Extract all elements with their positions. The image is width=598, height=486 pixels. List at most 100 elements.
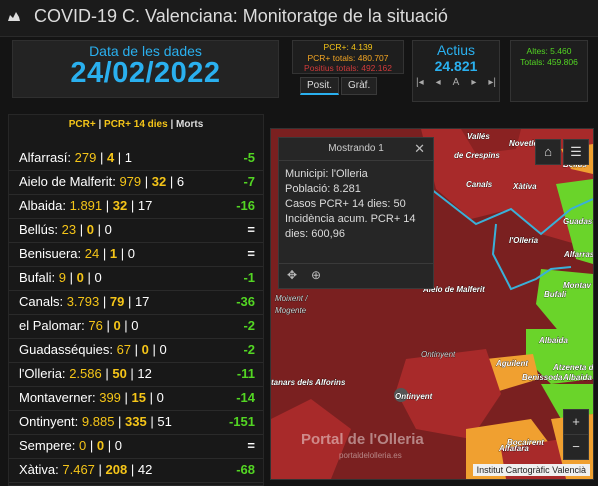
municipality-row[interactable]: Benisuera: 24 | 1 | 0 =: [9, 243, 263, 267]
pcr14-value: 335: [125, 414, 147, 429]
morts-value: 0: [114, 438, 122, 453]
separator: |: [66, 270, 77, 285]
morts-value: 51: [157, 414, 172, 429]
prev-page-icon[interactable]: ◂: [436, 77, 441, 88]
municipality-row[interactable]: Canals: 3.793 | 79 | 17 -36: [9, 291, 263, 315]
pcr14-value: 0: [76, 270, 84, 285]
municipality-name: Guadasséquies:: [19, 342, 113, 357]
municipality-row[interactable]: Guadasséquies: 67 | 0 | 0 -2: [9, 339, 263, 363]
municipality-row[interactable]: el Palomar: 76 | 0 | 0 -2: [9, 315, 263, 339]
municipality-name: Benisuera:: [19, 246, 82, 261]
separator: |: [141, 174, 152, 189]
date-panel: Data de les dades 24/02/2022: [12, 40, 279, 98]
separator: |: [148, 342, 160, 357]
municipality-stats: l'Olleria: 2.586 | 50 | 12: [19, 366, 152, 381]
pcr14-value: 50: [112, 366, 127, 381]
map-attribution: Institut Cartogràfic Valencià: [472, 464, 590, 476]
map-label-ontinyent-region: Ontinyent: [421, 350, 456, 359]
separator: |: [120, 318, 132, 333]
municipality-stats: Bufali: 9 | 0 | 0: [19, 270, 102, 285]
app-logo-icon: [8, 12, 20, 21]
delta-value: -2: [243, 318, 255, 333]
municipality-name: Ontinyent:: [19, 414, 79, 429]
morts-value: 17: [134, 294, 150, 309]
municipality-row[interactable]: Albaida: 1.891 | 32 | 17 -16: [9, 195, 263, 219]
separator: |: [146, 390, 157, 405]
separator: |: [104, 438, 115, 453]
map-label-albaida: Albaida: [562, 373, 592, 382]
map-label-canals: Canals: [466, 180, 493, 189]
municipality-row[interactable]: Bufali: 9 | 0 | 0 -1: [9, 267, 263, 291]
municipality-name: Canals:: [19, 294, 64, 309]
altes-totals: Totals: 459.806: [520, 57, 578, 67]
separator: |: [86, 438, 97, 453]
separator: |: [166, 174, 177, 189]
morts-value: 6: [176, 174, 185, 189]
map-label-olleria: l'Olleria: [509, 236, 539, 245]
municipality-name: Sempere:: [19, 438, 76, 453]
municipality-row[interactable]: Xàtiva: 7.467 | 208 | 42 -68: [9, 459, 263, 483]
delta-value: -36: [236, 294, 255, 309]
popup-body: Municipi: l'Olleria Població: 8.281 Caso…: [279, 161, 433, 242]
municipality-name: Aielo de Malferit:: [19, 174, 116, 189]
popup-title: Mostrando 1: [328, 143, 384, 154]
municipality-stats: Aielo de Malferit: 979 | 32 | 6: [19, 174, 184, 189]
delta-value: =: [247, 222, 255, 237]
close-icon[interactable]: ✕: [414, 141, 425, 157]
morts-value: 0: [156, 390, 164, 405]
municipality-row[interactable]: Montaverner: 399 | 15 | 0 -14: [9, 387, 263, 411]
municipality-row[interactable]: Sempere: 0 | 0 | 0 =: [9, 435, 263, 459]
tab-positius[interactable]: Posit.: [300, 77, 340, 95]
zoom-out-button[interactable]: −: [563, 434, 589, 460]
popup-header: Mostrando 1 ✕: [279, 138, 433, 161]
municipality-stats: Benisuera: 24 | 1 | 0: [19, 246, 135, 261]
last-page-icon[interactable]: ▸|: [488, 77, 496, 88]
municipality-row[interactable]: Bellús: 23 | 0 | 0 =: [9, 219, 263, 243]
popup-poblacio: Població: 8.281: [285, 183, 361, 195]
municipality-stats: Bellús: 23 | 0 | 0: [19, 222, 112, 237]
pcr14-value: 1: [109, 246, 118, 261]
separator: |: [127, 198, 138, 213]
municipality-row[interactable]: l'Olleria: 2.586 | 50 | 12 -11: [9, 363, 263, 387]
pcr14-value: 208: [105, 462, 128, 477]
pcr14-value: 32: [112, 198, 128, 213]
delta-value: -151: [228, 414, 255, 429]
separator: |: [127, 462, 138, 477]
popup-footer: ✥ ⊕: [279, 263, 433, 288]
popup-incidencia-label: Incidència acum. PCR+ 14: [285, 213, 416, 225]
municipality-stats: Montaverner: 399 | 15 | 0: [19, 390, 164, 405]
municipality-list: Alfarrasí: 279 | 4 | 1 -5 Aielo de Malferi…: [9, 147, 263, 483]
municipality-stats: Xàtiva: 7.467 | 208 | 42: [19, 462, 152, 477]
list-legend: PCR+ | PCR+ 14 dies | Morts: [9, 119, 263, 130]
first-page-icon[interactable]: |◂: [416, 77, 424, 88]
municipality-stats: Sempere: 0 | 0 | 0: [19, 438, 122, 453]
layer-list-icon[interactable]: ☰: [563, 139, 589, 165]
morts-value: 0: [94, 270, 102, 285]
map-label-atzeneta: Atzeneta d: [552, 363, 593, 372]
separator: |: [114, 414, 126, 429]
zoom-to-icon[interactable]: ⊕: [311, 268, 321, 282]
altes-panel: Altes: 5.460 Totals: 459.806: [510, 40, 588, 102]
pcr-value: 1.891: [69, 198, 103, 213]
municipality-stats: Canals: 3.793 | 79 | 17: [19, 294, 149, 309]
text-size-icon[interactable]: A: [453, 77, 460, 88]
home-icon[interactable]: ⌂: [535, 139, 561, 165]
feature-popup: Mostrando 1 ✕ Municipi: l'Olleria Poblac…: [278, 137, 434, 289]
map-view[interactable]: Vallés Novetlè de Crespins Canals Xàtiva…: [270, 128, 594, 480]
pcr-value: 76: [88, 318, 103, 333]
municipality-row[interactable]: Ontinyent: 9.885 | 335 | 51 -151: [9, 411, 263, 435]
tab-grafic[interactable]: Gràf.: [341, 77, 378, 95]
map-label-mogente: Mogente: [275, 306, 307, 315]
municipality-row[interactable]: Alfarrasí: 279 | 4 | 1 -5: [9, 147, 263, 171]
municipality-row[interactable]: Aielo de Malferit: 979 | 32 | 6 -7: [9, 171, 263, 195]
map-label-albaida-town: Albaida: [538, 336, 568, 345]
legend-separator: |: [95, 119, 105, 130]
delta-value: -7: [243, 174, 255, 189]
pan-icon[interactable]: ✥: [287, 268, 297, 282]
map-label-benissoda: Benissoda: [522, 373, 563, 382]
pcr14-value: 79: [109, 294, 125, 309]
zoom-in-button[interactable]: +: [563, 409, 589, 435]
pcr-value: 9: [58, 270, 66, 285]
pcr-value: 23: [61, 222, 77, 237]
next-page-icon[interactable]: ▸: [471, 77, 476, 88]
